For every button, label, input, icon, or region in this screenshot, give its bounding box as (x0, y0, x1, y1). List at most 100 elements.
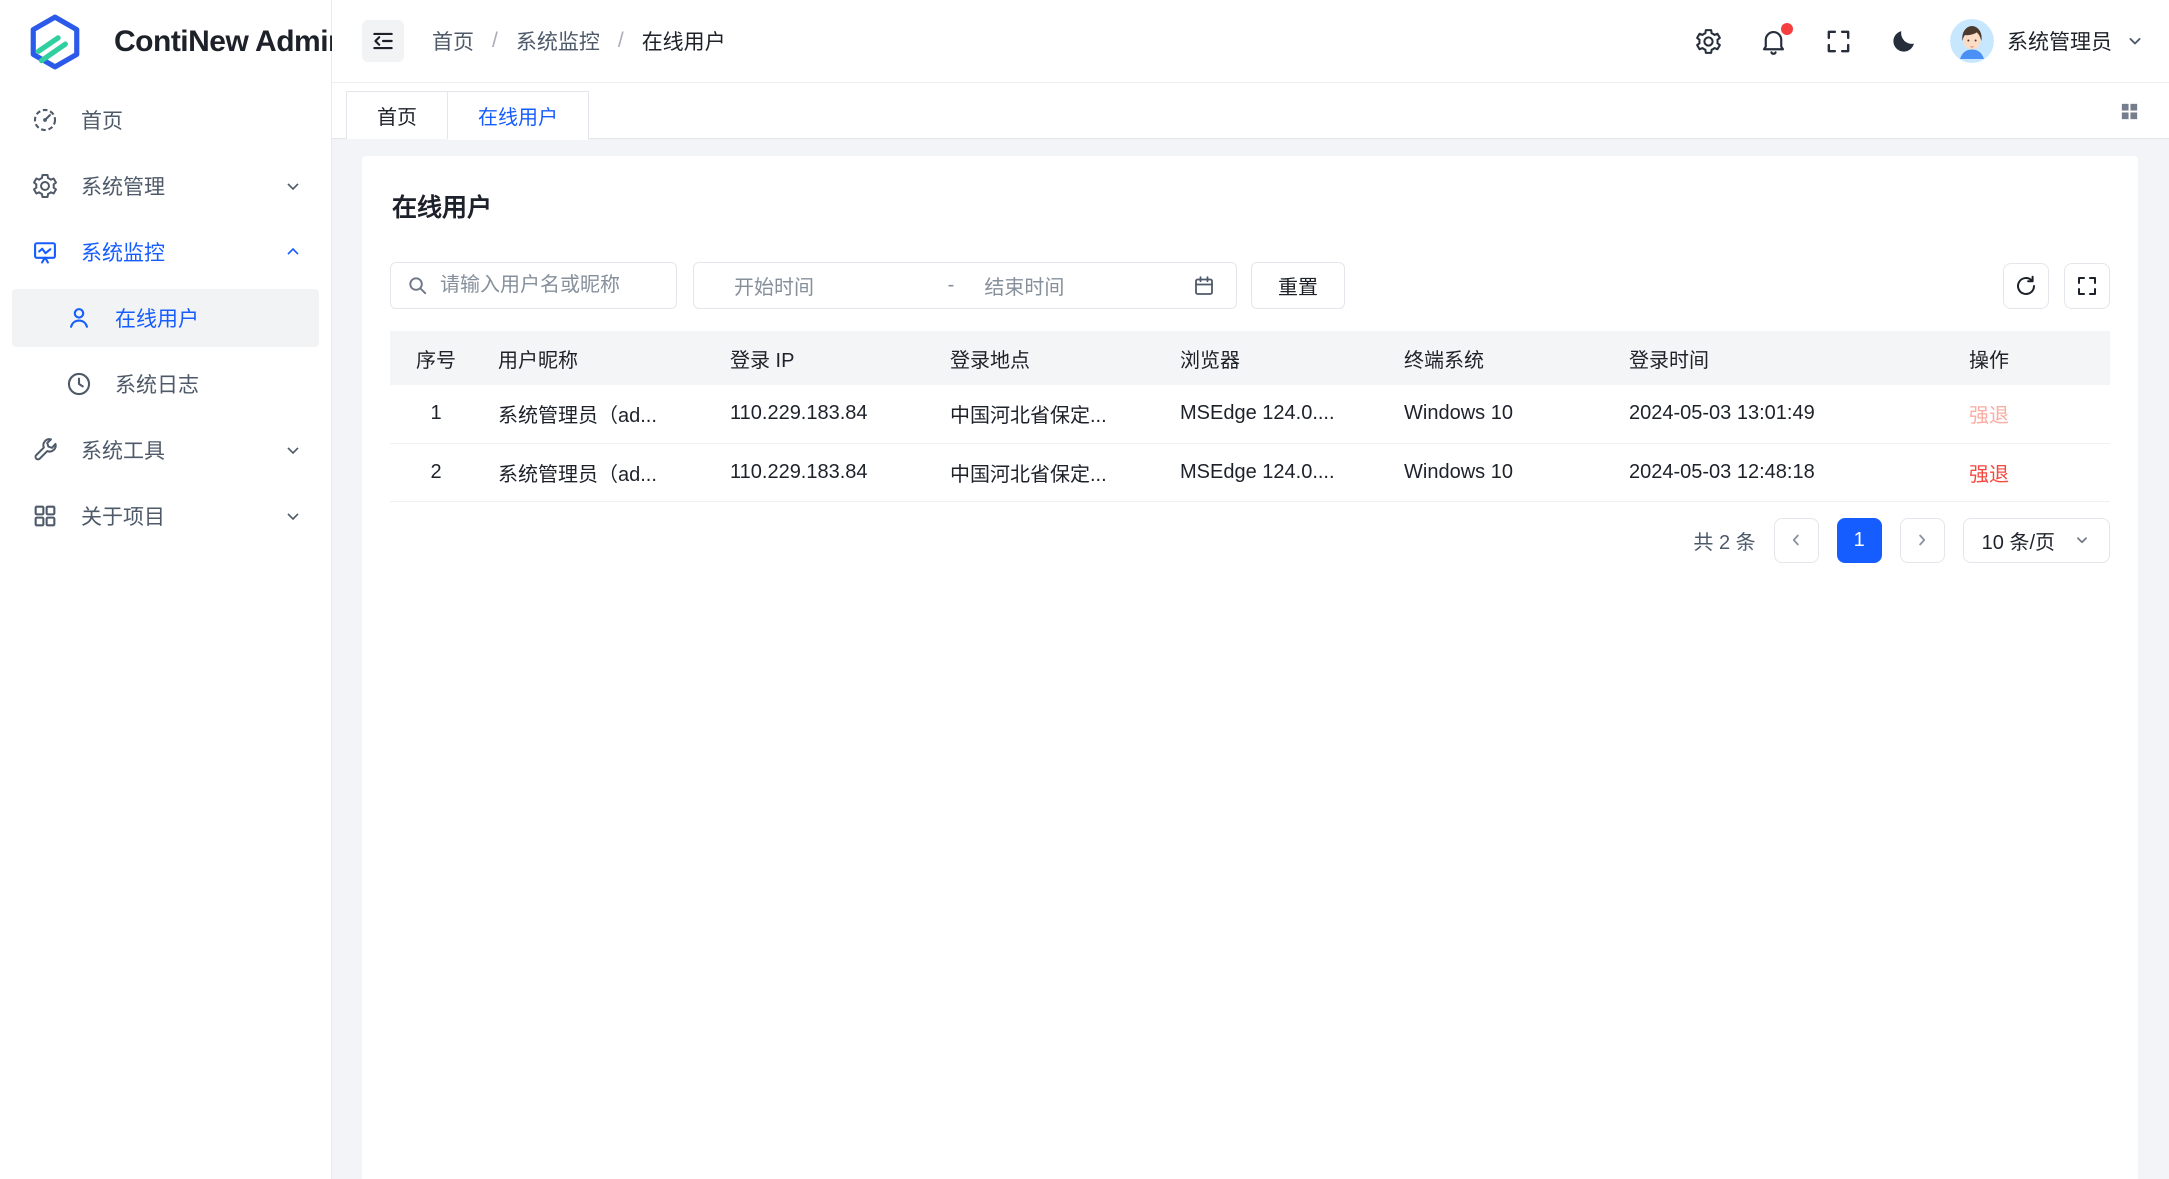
column-header-nickname: 用户昵称 (482, 331, 714, 385)
column-header-browser: 浏览器 (1164, 331, 1388, 385)
notifications-button[interactable] (1759, 27, 1788, 56)
chevron-up-icon (283, 242, 303, 262)
cell-browser: MSEdge 124.0.... (1164, 443, 1388, 501)
next-page-button[interactable] (1900, 518, 1945, 563)
column-header-actions: 操作 (1953, 331, 2110, 385)
reset-button[interactable]: 重置 (1251, 262, 1345, 309)
app-window: ContiNew Admin 首页 (0, 0, 2169, 1179)
cell-ip: 110.229.183.84 (714, 385, 934, 443)
search-input[interactable] (440, 274, 664, 297)
sidebar-item-system-tools[interactable]: 系统工具 (12, 421, 319, 479)
cell-location: 中国河北省保定... (934, 443, 1164, 501)
column-header-ip: 登录 IP (714, 331, 934, 385)
sidebar-item-label: 系统监控 (81, 237, 165, 267)
chevron-left-icon (1787, 531, 1805, 549)
cell-login-time: 2024-05-03 13:01:49 (1613, 385, 1953, 443)
page-number-current[interactable]: 1 (1837, 518, 1882, 563)
settings-button[interactable] (1694, 27, 1723, 56)
app-logo: ContiNew Admin (0, 0, 331, 83)
force-logout-link[interactable]: 强退 (1969, 464, 2009, 486)
tab-label: 在线用户 (478, 101, 558, 130)
top-header: 首页 / 系统监控 / 在线用户 (332, 0, 2169, 83)
sidebar-item-home[interactable]: 首页 (12, 91, 319, 149)
end-date-placeholder[interactable]: 结束时间 (984, 271, 1192, 300)
refresh-button[interactable] (2003, 263, 2049, 309)
chevron-down-icon (283, 440, 303, 460)
chevron-down-icon (283, 506, 303, 526)
expand-icon (2075, 274, 2099, 298)
cell-os: Windows 10 (1388, 443, 1613, 501)
online-users-card: 在线用户 开始时间 - 结束时间 (362, 156, 2138, 1179)
breadcrumb-item[interactable]: 系统监控 (516, 26, 600, 56)
wrench-icon (31, 436, 59, 464)
page-content: 在线用户 开始时间 - 结束时间 (332, 139, 2169, 1179)
fullscreen-button[interactable] (1824, 27, 1853, 56)
sidebar-item-about-project[interactable]: 关于项目 (12, 487, 319, 545)
cell-nickname: 系统管理员（ad... (482, 443, 714, 501)
sidebar-item-label: 系统管理 (81, 171, 165, 201)
sidebar-menu: 首页 系统管理 (0, 83, 331, 553)
main-area: 首页 / 系统监控 / 在线用户 (332, 0, 2169, 1179)
sidebar-item-label: 关于项目 (81, 501, 165, 531)
cell-index: 1 (390, 385, 482, 443)
tab-online-users[interactable]: 在线用户 (447, 91, 589, 139)
chevron-right-icon (1913, 531, 1931, 549)
tab-home[interactable]: 首页 (346, 91, 448, 139)
table-row: 1 系统管理员（ad... 110.229.183.84 中国河北省保定... … (390, 385, 2110, 443)
breadcrumb-item[interactable]: 首页 (432, 26, 474, 56)
sidebar-item-system-logs[interactable]: 系统日志 (12, 355, 319, 413)
breadcrumb-separator: / (492, 29, 498, 53)
sidebar-item-online-users[interactable]: 在线用户 (12, 289, 319, 347)
sidebar-collapse-button[interactable] (362, 20, 404, 62)
pagination: 共 2 条 1 10 条/页 (390, 518, 2110, 563)
tab-label: 首页 (377, 101, 417, 130)
sidebar-item-system-monitor[interactable]: 系统监控 (12, 223, 319, 281)
force-logout-link: 强退 (1969, 405, 2009, 427)
logo-icon (26, 13, 84, 71)
pagination-total: 共 2 条 (1693, 526, 1755, 555)
table-header: 序号 用户昵称 登录 IP 登录地点 浏览器 终端系统 登录时间 操作 (390, 331, 2110, 385)
search-icon (406, 274, 429, 297)
sidebar: ContiNew Admin 首页 (0, 0, 332, 1179)
chevron-down-icon (2073, 531, 2091, 549)
table-fullscreen-button[interactable] (2064, 263, 2110, 309)
notification-badge (1781, 23, 1793, 35)
gear-icon (1694, 27, 1723, 56)
page-size-select[interactable]: 10 条/页 (1963, 518, 2110, 563)
date-range-separator: - (942, 274, 985, 297)
start-date-placeholder[interactable]: 开始时间 (734, 271, 942, 300)
moon-icon (1889, 27, 1918, 56)
refresh-icon (2014, 274, 2038, 298)
sidebar-item-label: 在线用户 (115, 303, 199, 333)
page-title: 在线用户 (392, 188, 2110, 224)
sidebar-item-label: 系统日志 (115, 369, 199, 399)
breadcrumb: 首页 / 系统监控 / 在线用户 (432, 26, 726, 56)
cell-nickname: 系统管理员（ad... (482, 385, 714, 443)
column-header-os: 终端系统 (1388, 331, 1613, 385)
column-header-index: 序号 (390, 331, 482, 385)
avatar (1950, 19, 1994, 63)
filter-toolbar: 开始时间 - 结束时间 重置 (390, 262, 2110, 309)
user-menu[interactable]: 系统管理员 (1950, 19, 2145, 63)
clock-icon (65, 370, 93, 398)
menu-fold-icon (370, 28, 396, 54)
tab-bar: 首页 在线用户 (332, 83, 2169, 139)
tab-actions-grid-icon[interactable] (2118, 100, 2141, 123)
sidebar-item-label: 系统工具 (81, 435, 165, 465)
monitor-icon (31, 238, 59, 266)
cell-login-time: 2024-05-03 12:48:18 (1613, 443, 1953, 501)
sidebar-item-system-management[interactable]: 系统管理 (12, 157, 319, 215)
table-row: 2 系统管理员（ad... 110.229.183.84 中国河北省保定... … (390, 443, 2110, 501)
sidebar-item-label: 首页 (81, 105, 123, 135)
prev-page-button[interactable] (1774, 518, 1819, 563)
breadcrumb-item-current: 在线用户 (642, 26, 726, 56)
fullscreen-icon (1824, 27, 1853, 56)
online-users-table: 序号 用户昵称 登录 IP 登录地点 浏览器 终端系统 登录时间 操作 1 (390, 331, 2110, 502)
date-range-picker[interactable]: 开始时间 - 结束时间 (693, 262, 1237, 309)
topbar-actions: 系统管理员 (1694, 19, 2145, 63)
column-header-location: 登录地点 (934, 331, 1164, 385)
user-icon (65, 304, 93, 332)
search-field[interactable] (390, 262, 677, 309)
dark-mode-button[interactable] (1889, 27, 1918, 56)
gear-icon (31, 172, 59, 200)
